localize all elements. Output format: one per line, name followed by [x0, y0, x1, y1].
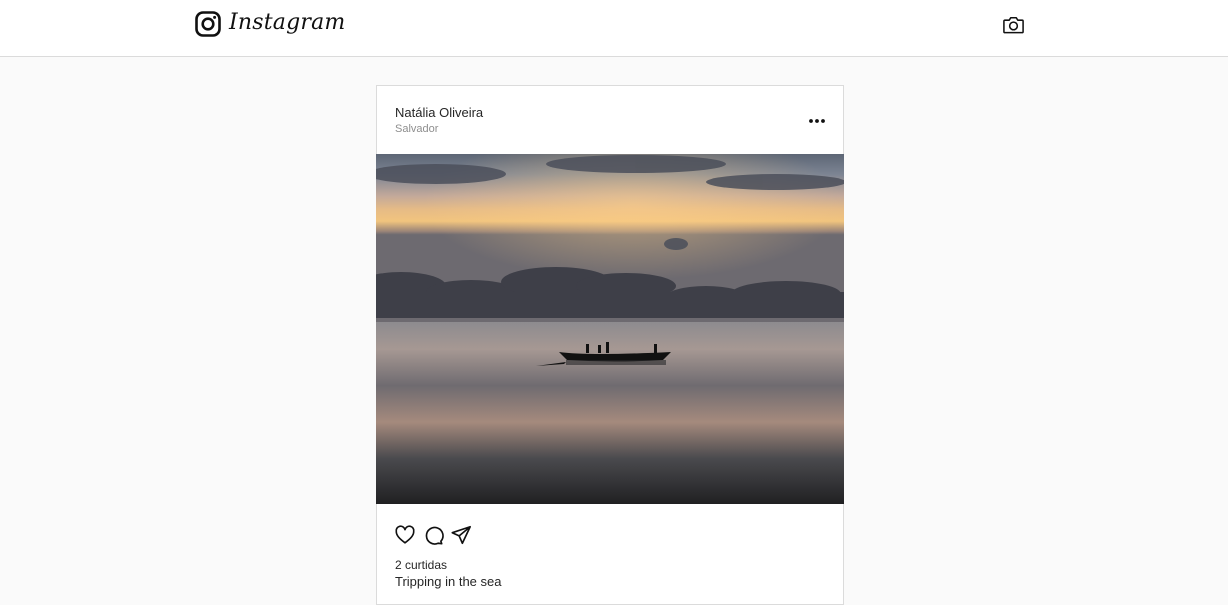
camera-icon[interactable]	[1002, 13, 1025, 36]
top-navigation-bar: Instagram	[0, 0, 1228, 57]
heart-icon[interactable]	[394, 524, 416, 546]
more-options-icon[interactable]	[807, 111, 827, 131]
post-card: Natália Oliveira Salvador 2 curtidas Tri…	[376, 85, 844, 605]
comment-icon[interactable]	[422, 524, 444, 546]
instagram-logo-icon[interactable]	[195, 11, 221, 37]
post-location[interactable]: Salvador	[395, 123, 438, 135]
instagram-wordmark[interactable]: Instagram	[229, 8, 345, 38]
post-caption: Tripping in the sea	[395, 574, 502, 589]
post-header: Natália Oliveira Salvador	[377, 86, 843, 154]
post-photo[interactable]	[376, 154, 844, 504]
likes-count[interactable]: 2 curtidas	[395, 558, 447, 572]
post-username[interactable]: Natália Oliveira	[395, 105, 483, 120]
send-icon[interactable]	[450, 524, 472, 546]
